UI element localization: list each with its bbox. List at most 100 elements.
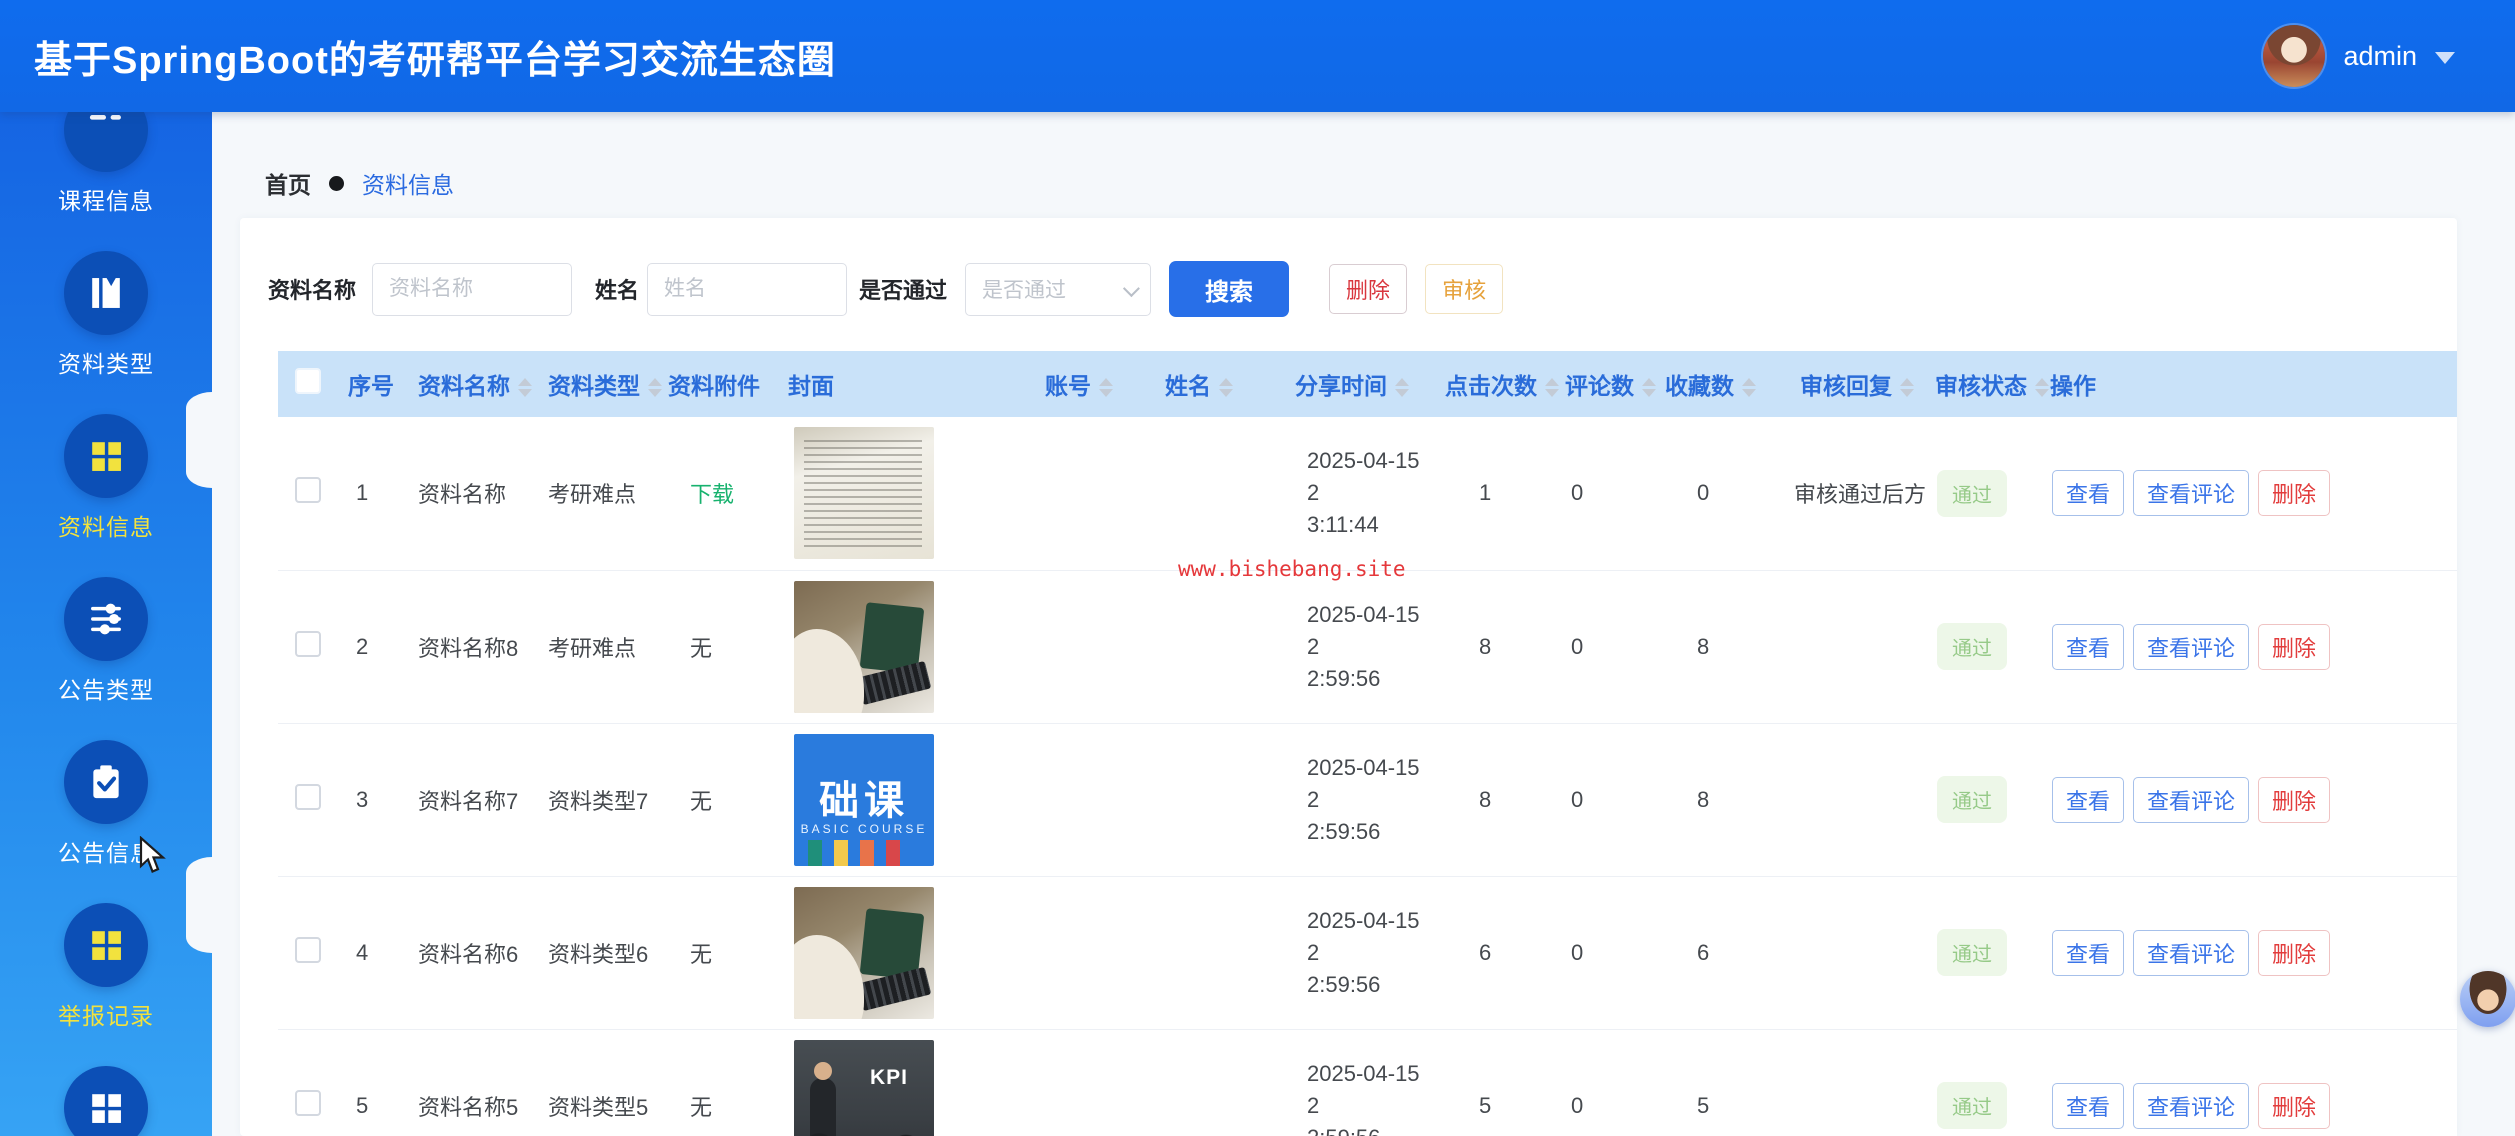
delete-button[interactable]: 删除 (1329, 264, 1407, 314)
service-avatar-button[interactable] (2460, 971, 2515, 1027)
watermark-text: www.bishebang.site (1178, 557, 1406, 581)
sidebar-item-report-record[interactable]: 举报记录 (0, 903, 212, 1031)
sidebar-item-notice-info[interactable]: 公告信息 (0, 740, 212, 868)
view-button[interactable]: 查看 (2052, 777, 2124, 823)
row-checkbox[interactable] (295, 937, 321, 963)
active-item-notch (186, 392, 212, 488)
app-header: 基于SpringBoot的考研帮平台学习交流生态圈 admin (0, 0, 2515, 112)
row-checkbox[interactable] (295, 631, 321, 657)
view-button[interactable]: 查看 (2052, 1083, 2124, 1129)
sort-caret-icon[interactable] (518, 378, 532, 397)
status-badge: 通过 (1937, 623, 2007, 670)
cell-attachment: 无 (658, 723, 778, 876)
column-header-9[interactable]: 评论数 (1555, 351, 1655, 417)
content-card: 资料名称 姓名 是否通过 是否通过 搜索 删除 审核 (240, 218, 2457, 1136)
sidebar-item-notice-type[interactable]: 公告类型 (0, 577, 212, 705)
cell-index: 5 (338, 1029, 408, 1136)
column-header-8[interactable]: 点击次数 (1435, 351, 1555, 417)
material-name-input[interactable] (372, 263, 572, 316)
cell-username (1155, 570, 1285, 723)
breadcrumb-current[interactable]: 资料信息 (362, 166, 454, 200)
view-comments-button[interactable]: 查看评论 (2133, 624, 2249, 670)
username-input[interactable] (647, 263, 847, 316)
user-menu[interactable]: admin (2263, 0, 2455, 112)
pass-select[interactable]: 是否通过 (965, 263, 1151, 316)
sidebar-item-course-info[interactable]: 课程信息 (0, 112, 212, 216)
column-header-10[interactable]: 收藏数 (1655, 351, 1790, 417)
cell-material-type: 资料类型5 (538, 1029, 658, 1136)
page-title: 基于SpringBoot的考研帮平台学习交流生态圈 (34, 29, 836, 84)
sidebar-item-label: 公告类型 (58, 671, 154, 705)
sort-caret-icon[interactable] (2035, 378, 2049, 397)
cell-share-time: 2025-04-15 23:11:44 (1285, 417, 1435, 570)
book-icon (64, 251, 148, 335)
row-checkbox[interactable] (295, 1090, 321, 1116)
view-button[interactable]: 查看 (2052, 624, 2124, 670)
dash-book-icon (64, 112, 148, 172)
breadcrumb-home[interactable]: 首页 (265, 166, 311, 200)
active-item-notch (186, 857, 212, 953)
breadcrumb: 首页 资料信息 (265, 166, 454, 200)
column-header-12[interactable]: 审核状态 (1925, 351, 2040, 417)
audit-button[interactable]: 审核 (1425, 264, 1503, 314)
cell-favorites: 8 (1655, 570, 1790, 723)
sort-caret-icon[interactable] (1545, 378, 1559, 397)
sort-caret-icon[interactable] (1900, 378, 1914, 397)
sort-caret-icon[interactable] (1395, 378, 1409, 397)
status-badge: 通过 (1937, 776, 2007, 823)
select-all-checkbox[interactable] (295, 368, 321, 394)
cell-account (1035, 417, 1155, 570)
cell-audit-reply (1790, 876, 1925, 1029)
search-button[interactable]: 搜索 (1169, 261, 1289, 317)
view-button[interactable]: 查看 (2052, 930, 2124, 976)
delete-row-button[interactable]: 删除 (2258, 470, 2330, 516)
column-header-13: 操作 (2040, 351, 2457, 417)
cover-image: KPI (794, 1040, 934, 1136)
cell-audit-status: 通过 (1925, 723, 2040, 876)
column-header-7[interactable]: 分享时间 (1285, 351, 1435, 417)
row-checkbox[interactable] (295, 784, 321, 810)
column-header-6[interactable]: 姓名 (1155, 351, 1285, 417)
view-comments-button[interactable]: 查看评论 (2133, 470, 2249, 516)
column-header-11[interactable]: 审核回复 (1790, 351, 1925, 417)
cell-material-name: 资料名称6 (408, 876, 538, 1029)
download-link[interactable]: 下载 (690, 482, 734, 507)
cell-index: 1 (338, 417, 408, 570)
column-header-5[interactable]: 账号 (1035, 351, 1155, 417)
view-button[interactable]: 查看 (2052, 470, 2124, 516)
sort-caret-icon[interactable] (1219, 378, 1233, 397)
user-avatar[interactable] (2263, 25, 2325, 87)
sidebar-item-label: 资料信息 (58, 508, 154, 542)
sidebar-item-material-info[interactable]: 资料信息 (0, 414, 212, 542)
sort-caret-icon[interactable] (1642, 378, 1656, 397)
column-header-0: 序号 (338, 351, 408, 417)
sidebar-item-material-type[interactable]: 资料类型 (0, 251, 212, 379)
view-comments-button[interactable]: 查看评论 (2133, 777, 2249, 823)
sort-caret-icon[interactable] (1742, 378, 1756, 397)
delete-row-button[interactable]: 删除 (2258, 930, 2330, 976)
grid-icon (64, 414, 148, 498)
cell-clicks: 8 (1435, 723, 1555, 876)
view-comments-button[interactable]: 查看评论 (2133, 1083, 2249, 1129)
cell-audit-status: 通过 (1925, 1029, 2040, 1136)
column-header-1[interactable]: 资料名称 (408, 351, 538, 417)
sidebar-item-forum-category[interactable]: 论坛分类 (0, 1066, 212, 1136)
cell-attachment: 无 (658, 570, 778, 723)
sort-caret-icon[interactable] (648, 378, 662, 397)
cell-actions: 查看查看评论删除 (2040, 417, 2457, 570)
delete-row-button[interactable]: 删除 (2258, 1083, 2330, 1129)
row-checkbox[interactable] (295, 477, 321, 503)
column-header-2[interactable]: 资料类型 (538, 351, 658, 417)
cell-username (1155, 1029, 1285, 1136)
cell-clicks: 1 (1435, 417, 1555, 570)
cell-comments: 0 (1555, 570, 1655, 723)
delete-row-button[interactable]: 删除 (2258, 777, 2330, 823)
view-comments-button[interactable]: 查看评论 (2133, 930, 2249, 976)
delete-row-button[interactable]: 删除 (2258, 624, 2330, 670)
sort-caret-icon[interactable] (1099, 378, 1113, 397)
chevron-down-icon (1123, 280, 1140, 297)
cell-account (1035, 570, 1155, 723)
header-checkbox-cell (278, 351, 338, 417)
table-row: 4资料名称6资料类型6无2025-04-15 22:59:56606通过查看查看… (278, 876, 2457, 1029)
status-badge: 通过 (1937, 929, 2007, 976)
